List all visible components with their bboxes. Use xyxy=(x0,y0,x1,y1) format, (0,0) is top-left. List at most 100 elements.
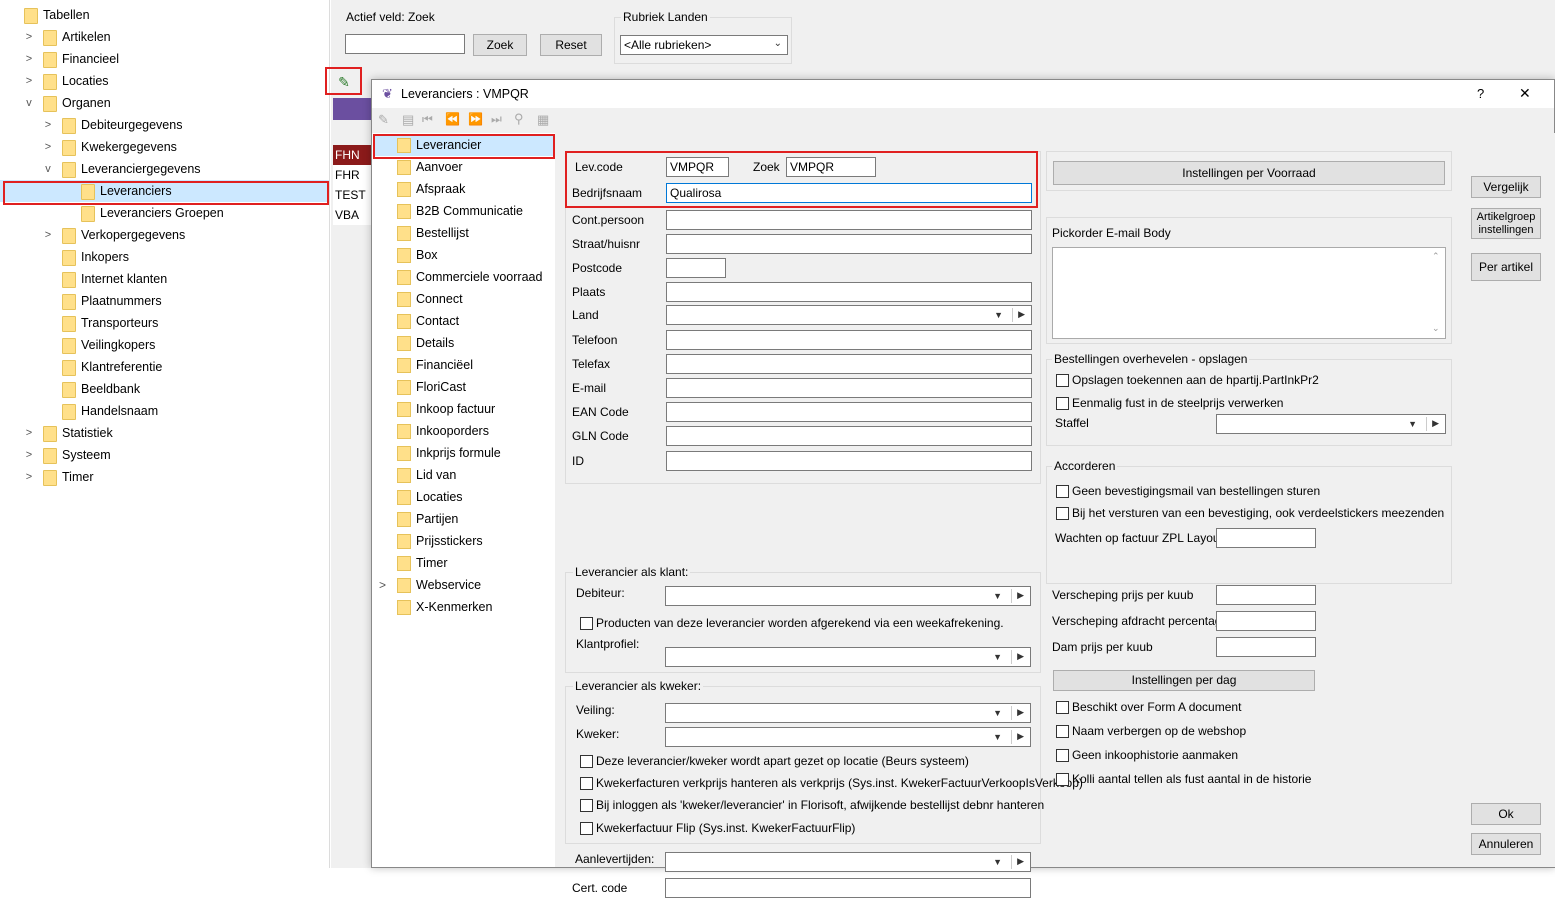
nav-item[interactable]: > Webservice xyxy=(373,574,555,596)
chevron-icon[interactable]: > xyxy=(24,422,34,444)
search-button[interactable]: Zoek xyxy=(473,34,527,56)
checkbox[interactable] xyxy=(1056,773,1069,786)
nav-item[interactable]: Timer xyxy=(373,552,555,574)
scroll-up-icon[interactable]: ⌃ xyxy=(1432,251,1440,262)
nav-item[interactable]: Bestellijst xyxy=(373,222,555,244)
chevron-icon[interactable]: > xyxy=(43,114,53,136)
search-input[interactable] xyxy=(345,34,465,54)
per-artikel-button[interactable]: Per artikel xyxy=(1471,253,1541,281)
reset-button[interactable]: Reset xyxy=(540,34,602,56)
klantprofiel-select[interactable]: ▼ ▶ xyxy=(665,647,1031,667)
chevron-icon[interactable]: > xyxy=(43,136,53,158)
nav-item[interactable]: Aanvoer xyxy=(373,156,555,178)
field-input[interactable] xyxy=(666,402,1032,422)
nav-item[interactable]: Prijsstickers xyxy=(373,530,555,552)
instellingen-dag-button[interactable]: Instellingen per dag xyxy=(1053,670,1315,691)
tree-item[interactable]: > Timer xyxy=(0,466,329,488)
field-input[interactable] xyxy=(666,451,1032,471)
nav-item[interactable]: FloriCast xyxy=(373,376,555,398)
tree-item[interactable]: > Debiteurgegevens xyxy=(0,114,329,136)
tree-item[interactable]: > Kwekergegevens xyxy=(0,136,329,158)
checkbox[interactable] xyxy=(580,799,593,812)
chevron-icon[interactable]: > xyxy=(24,26,34,48)
artikelgroep-button[interactable]: Artikelgroep instellingen xyxy=(1471,208,1541,239)
aanlevertijden-select[interactable]: ▼ ▶ xyxy=(665,852,1031,872)
tree-item[interactable]: > Financieel xyxy=(0,48,329,70)
field-input[interactable] xyxy=(666,210,1032,230)
delete-icon[interactable]: ▤ xyxy=(402,112,414,128)
staffel-select[interactable]: ▼ ▶ xyxy=(1216,414,1446,434)
field-input[interactable] xyxy=(666,282,1032,302)
previous-record-icon[interactable]: ⏪ xyxy=(445,112,460,126)
grid-row[interactable]: FHN xyxy=(333,145,373,165)
grid-row[interactable]: TEST xyxy=(333,185,373,205)
dam-input[interactable] xyxy=(1216,637,1316,657)
checkbox[interactable] xyxy=(1056,701,1069,714)
pickorder-textarea[interactable] xyxy=(1052,247,1446,339)
tree-item[interactable]: > Verkopergegevens xyxy=(0,224,329,246)
tree-item[interactable]: Beeldbank xyxy=(0,378,329,400)
veiling-select[interactable]: ▼ ▶ xyxy=(665,703,1031,723)
tree-item[interactable]: Leveranciers Groepen xyxy=(0,202,329,224)
annuleren-button[interactable]: Annuleren xyxy=(1471,833,1541,855)
ok-button[interactable]: Ok xyxy=(1471,803,1541,825)
nav-item[interactable]: Details xyxy=(373,332,555,354)
tree-item[interactable]: Internet klanten xyxy=(0,268,329,290)
nav-item[interactable]: Contact xyxy=(373,310,555,332)
close-button[interactable]: ✕ xyxy=(1519,85,1531,102)
nav-item[interactable]: Inkprijs formule xyxy=(373,442,555,464)
first-record-icon[interactable]: ⏮ xyxy=(422,112,433,127)
next-record-icon[interactable]: ⏩ xyxy=(468,112,483,126)
tree-item[interactable]: Klantreferentie xyxy=(0,356,329,378)
nav-item[interactable]: Partijen xyxy=(373,508,555,530)
chevron-right-icon[interactable]: > xyxy=(379,574,386,596)
chevron-icon[interactable]: v xyxy=(24,92,34,114)
nav-item[interactable]: Afspraak xyxy=(373,178,555,200)
chevron-icon[interactable]: > xyxy=(24,70,34,92)
search-icon[interactable]: ⚲ xyxy=(514,111,524,127)
land-select[interactable]: ▼ ▶ xyxy=(666,305,1032,325)
vergelijk-button[interactable]: Vergelijk xyxy=(1471,176,1541,198)
tree-item[interactable]: v Leveranciergegevens xyxy=(0,158,329,180)
field-input[interactable] xyxy=(666,354,1032,374)
checkbox[interactable] xyxy=(1056,725,1069,738)
weekafrekening-checkbox[interactable] xyxy=(580,617,593,630)
kuub-input[interactable] xyxy=(1216,585,1316,605)
tree-item[interactable]: Inkopers xyxy=(0,246,329,268)
cert-input[interactable] xyxy=(665,878,1031,898)
field-input[interactable] xyxy=(666,234,1032,254)
nav-item[interactable]: Locaties xyxy=(373,486,555,508)
tree-item[interactable]: Transporteurs xyxy=(0,312,329,334)
rubriek-select[interactable]: <Alle rubrieken> ⌄ xyxy=(620,35,788,55)
nav-item[interactable]: Lid van xyxy=(373,464,555,486)
tree-item[interactable]: > Artikelen xyxy=(0,26,329,48)
kweker-select[interactable]: ▼ ▶ xyxy=(665,727,1031,747)
grid-row[interactable]: FHR xyxy=(333,165,373,185)
checkbox[interactable] xyxy=(1056,485,1069,498)
chevron-icon[interactable]: v xyxy=(43,158,53,180)
nav-item[interactable]: X-Kenmerken xyxy=(373,596,555,618)
checkbox[interactable] xyxy=(1056,507,1069,520)
nav-item[interactable]: B2B Communicatie xyxy=(373,200,555,222)
field-input[interactable] xyxy=(666,378,1032,398)
tree-item[interactable]: > Statistiek xyxy=(0,422,329,444)
checkbox[interactable] xyxy=(1056,749,1069,762)
checkbox[interactable] xyxy=(1056,374,1069,387)
chevron-icon[interactable]: > xyxy=(24,444,34,466)
nav-item[interactable]: Financiëel xyxy=(373,354,555,376)
nav-item[interactable]: Box xyxy=(373,244,555,266)
chevron-icon[interactable]: > xyxy=(24,48,34,70)
debiteur-select[interactable]: ▼ ▶ xyxy=(665,586,1031,606)
checkbox[interactable] xyxy=(580,755,593,768)
nav-item[interactable]: Inkoop factuur xyxy=(373,398,555,420)
zpl-input[interactable] xyxy=(1216,528,1316,548)
calendar-icon[interactable]: ▦ xyxy=(537,112,549,128)
afdracht-input[interactable] xyxy=(1216,611,1316,631)
scroll-down-icon[interactable]: ⌄ xyxy=(1432,323,1440,334)
instellingen-voorraad-button[interactable]: Instellingen per Voorraad xyxy=(1053,161,1445,185)
nav-item[interactable]: Commerciele voorraad xyxy=(373,266,555,288)
tree-item[interactable]: Veilingkopers xyxy=(0,334,329,356)
tree-item[interactable]: Plaatnummers xyxy=(0,290,329,312)
tree-item[interactable]: > Locaties xyxy=(0,70,329,92)
nav-item[interactable]: Inkooporders xyxy=(373,420,555,442)
